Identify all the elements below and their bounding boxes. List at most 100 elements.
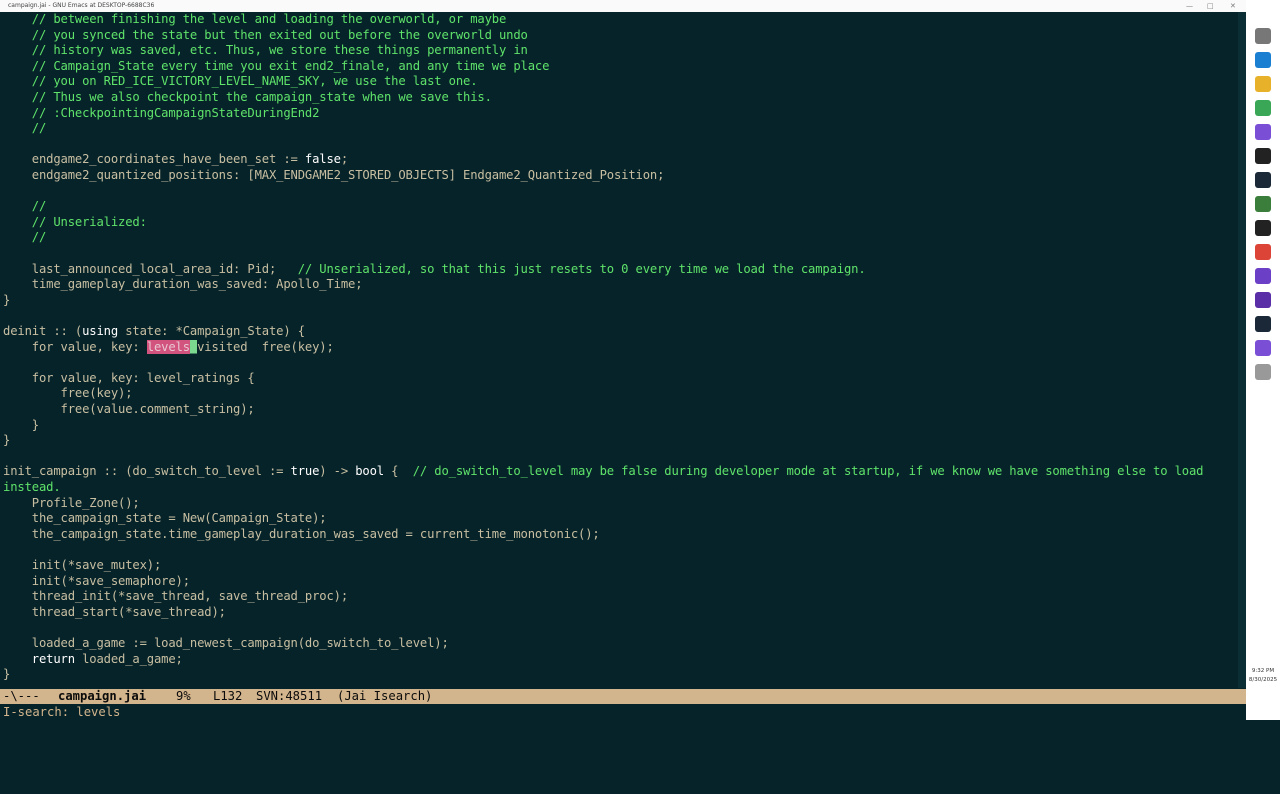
clock-time[interactable]: 9:32 PM (1246, 668, 1280, 674)
code-line[interactable]: loaded_a_game := load_newest_campaign(do… (3, 636, 449, 651)
code-line[interactable]: free(key); (3, 386, 133, 401)
code-token: state: *Campaign_State) { (118, 324, 305, 338)
code-line[interactable]: last_announced_local_area_id: Pid; // Un… (3, 262, 866, 277)
code-line[interactable]: the_campaign_state.time_gameplay_duratio… (3, 527, 600, 542)
search-match: levels (146, 339, 190, 354)
code-line[interactable]: // you on RED_ICE_VICTORY_LEVEL_NAME_SKY… (3, 74, 478, 89)
code-line[interactable]: thread_start(*save_thread); (3, 605, 226, 620)
buffer-name[interactable]: campaign.jai (58, 689, 146, 704)
chrome-icon-2[interactable] (1255, 244, 1271, 260)
isearch-prompt[interactable]: I-search: levels (3, 704, 120, 720)
code-token: for value, key: (3, 339, 147, 354)
code-line[interactable]: free(value.comment_string); (3, 402, 255, 417)
scrollbar[interactable] (1238, 12, 1246, 688)
visual-studio-icon[interactable] (1255, 52, 1271, 68)
code-line[interactable]: // Campaign_State every time you exit en… (3, 58, 550, 74)
file-explorer-icon[interactable] (1255, 76, 1271, 92)
mode-line: -\--- campaign.jai 9% L132 SVN:48511 (Ja… (0, 689, 1246, 704)
comment-text: // you on RED_ICE_VICTORY_LEVEL_NAME_SKY… (3, 74, 478, 89)
comment-text: // do_switch_to_level may be false durin… (412, 464, 1204, 479)
title-bar: campaign.jai - GNU Emacs at DESKTOP-6688… (0, 0, 1246, 12)
code-token: false (304, 152, 341, 167)
code-token: for value, key: level_ratings { (3, 370, 255, 385)
code-token: } (3, 417, 39, 432)
code-token: time_gameplay_duration_was_saved: Apollo… (3, 277, 363, 292)
minibuffer[interactable]: I-search: levels (0, 704, 1246, 720)
code-line[interactable]: thread_init(*save_thread, save_thread_pr… (3, 589, 348, 604)
code-token: endgame2_quantized_positions: [MAX_ENDGA… (3, 168, 665, 182)
minimize-button[interactable]: — (1186, 0, 1193, 12)
code-line[interactable]: endgame2_quantized_positions: [MAX_ENDGA… (3, 168, 665, 183)
code-line[interactable]: // Thus we also checkpoint the campaign_… (3, 90, 492, 105)
code-line[interactable]: // (3, 121, 47, 136)
code-line[interactable]: return loaded_a_game; (3, 652, 183, 667)
chrome-icon[interactable] (1255, 100, 1271, 116)
buffer-percent: 9% (176, 689, 191, 703)
line-number: L132 (213, 689, 243, 703)
window-icon[interactable] (1255, 28, 1271, 44)
code-token: free(key); (3, 386, 133, 401)
code-token: } (3, 433, 11, 448)
code-line[interactable]: deinit :: (using state: *Campaign_State)… (3, 324, 305, 339)
shield-icon[interactable] (1255, 364, 1271, 380)
emacs-icon-2[interactable] (1255, 340, 1271, 356)
terminal-icon-2[interactable] (1255, 220, 1271, 236)
clock-date[interactable]: 8/30/2025 (1246, 677, 1280, 683)
code-line[interactable]: // (3, 230, 47, 245)
comment-text: // between finishing the level and loadi… (3, 12, 507, 26)
code-line[interactable]: // (3, 199, 47, 214)
code-line[interactable]: } (3, 667, 10, 682)
code-line[interactable]: init(*save_mutex); (3, 558, 162, 573)
code-line[interactable]: init_campaign :: (do_switch_to_level := … (3, 464, 1203, 479)
code-line[interactable]: Profile_Zone(); (3, 496, 140, 511)
visual-studio-icon-2[interactable] (1255, 268, 1271, 284)
code-line[interactable]: for value, key: level_ratings { (3, 371, 255, 386)
code-line[interactable]: time_gameplay_duration_was_saved: Apollo… (3, 277, 363, 292)
code-line[interactable]: // between finishing the level and loadi… (3, 12, 507, 27)
code-line[interactable]: for value, key: levels_visited free(key)… (3, 339, 334, 355)
window-title: campaign.jai - GNU Emacs at DESKTOP-6688… (8, 2, 155, 9)
code-token: Profile_Zone(); (3, 495, 140, 510)
code-editor[interactable]: // between finishing the level and loadi… (0, 12, 1246, 688)
code-token: the_campaign_state.time_gameplay_duratio… (3, 526, 600, 541)
code-line[interactable]: } (3, 418, 39, 433)
code-token: { (383, 464, 413, 479)
visual-studio-icon-3[interactable] (1255, 292, 1271, 308)
code-token: free(value.comment_string); (3, 402, 255, 416)
buffer-status: -\--- (3, 689, 40, 703)
code-line[interactable]: // you synced the state but then exited … (3, 28, 528, 43)
comment-text: // (3, 121, 47, 136)
obs-icon[interactable] (1255, 196, 1271, 212)
svn-revision: SVN:48511 (256, 689, 323, 703)
code-line[interactable]: } (3, 433, 10, 448)
comment-text: // Campaign_State every time you exit en… (3, 58, 550, 73)
comment-text: instead. (3, 480, 61, 494)
maximize-button[interactable]: □ (1207, 0, 1214, 12)
code-token: using (82, 324, 118, 338)
close-button[interactable]: ✕ (1230, 0, 1236, 12)
steam-icon[interactable] (1255, 172, 1271, 188)
code-line[interactable]: // :CheckpointingCampaignStateDuringEnd2 (3, 106, 320, 121)
code-line[interactable]: // Unserialized: (3, 215, 147, 230)
comment-text: // (3, 199, 47, 214)
code-token: bool (355, 464, 384, 479)
code-line[interactable]: instead. (3, 480, 61, 495)
code-line[interactable]: the_campaign_state = New(Campaign_State)… (3, 511, 327, 526)
code-token: deinit :: ( (3, 324, 83, 338)
code-line[interactable]: // history was saved, etc. Thus, we stor… (3, 43, 528, 58)
code-token: init_campaign :: (do_switch_to_level := (3, 464, 291, 479)
code-token: visited free(key); (197, 339, 334, 354)
code-line[interactable]: } (3, 293, 10, 308)
emacs-icon[interactable] (1255, 124, 1271, 140)
comment-text: // (3, 230, 47, 245)
taskbar: 9:32 PM 8/30/2025 (1246, 0, 1280, 720)
code-token: init(*save_semaphore); (3, 573, 190, 588)
comment-text: // Unserialized, so that this just reset… (297, 261, 866, 276)
comment-text: // Thus we also checkpoint the campaign_… (3, 90, 492, 104)
code-token: init(*save_mutex); (3, 558, 162, 572)
terminal-icon[interactable] (1255, 148, 1271, 164)
code-token: true (290, 464, 320, 479)
code-line[interactable]: init(*save_semaphore); (3, 574, 190, 589)
steam-icon-2[interactable] (1255, 316, 1271, 332)
code-line[interactable]: endgame2_coordinates_have_been_set := fa… (3, 152, 348, 167)
